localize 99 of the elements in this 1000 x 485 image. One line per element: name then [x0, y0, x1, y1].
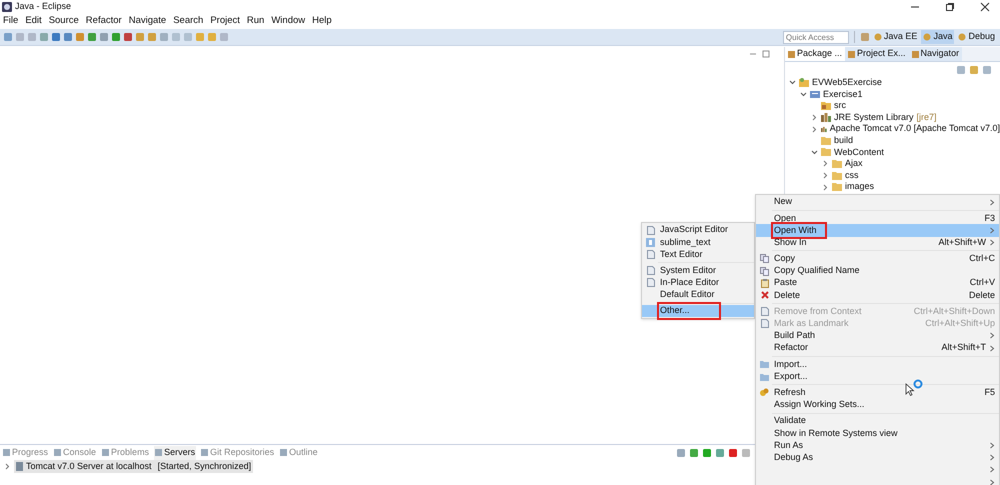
view-tab[interactable]: Progress	[2, 446, 50, 460]
menu-item[interactable]: Debug As	[773, 450, 814, 464]
app-icon	[646, 238, 655, 247]
view-icon	[848, 50, 856, 58]
menu-bar-item[interactable]: File	[3, 14, 18, 29]
menu-item[interactable]: Copy	[773, 252, 796, 266]
menu-item[interactable]: Copy Qualified Name	[773, 264, 861, 278]
shortcut-text: Ctrl+Alt+Shift+Down	[914, 304, 995, 318]
shortcut-text: Ctrl+C	[969, 252, 995, 266]
shortcut-text: Delete	[968, 288, 995, 302]
menu-item[interactable]: JavaScript Editor	[659, 223, 730, 237]
restore-icon[interactable]	[945, 2, 955, 12]
menu-item[interactable]: New	[773, 195, 794, 209]
quick-access-field[interactable]: Quick Access	[782, 30, 849, 44]
perspective-icon	[874, 33, 882, 41]
tree-item[interactable]: Ajax	[845, 157, 863, 171]
menu-item[interactable]: Refresh	[773, 386, 807, 400]
menu-item[interactable]: Build Path	[773, 329, 816, 343]
view-icon	[102, 449, 110, 456]
menu-item[interactable]: In-Place Editor	[659, 276, 720, 290]
menu-item[interactable]: sublime_text	[659, 236, 712, 250]
server-name: Tomcat v7.0 Server at localhost	[26, 460, 152, 473]
view-icon	[54, 449, 62, 456]
menu-item[interactable]: Show In	[773, 236, 808, 250]
menu-item[interactable]: Paste	[773, 276, 798, 290]
view-tab[interactable]: Outline	[279, 446, 319, 460]
view-tab[interactable]: Servers	[154, 446, 196, 460]
view-tab[interactable]: Console	[53, 446, 98, 460]
menu-item[interactable]: Assign Working Sets...	[773, 398, 866, 412]
view-icon	[3, 449, 10, 456]
menu-item[interactable]: Refactor	[773, 341, 810, 355]
menu-bar-item[interactable]: Source	[48, 14, 79, 29]
window-title: Java - Eclipse	[15, 0, 72, 14]
view-tab[interactable]: Problems	[101, 446, 150, 460]
maximize-icon[interactable]	[762, 50, 770, 58]
menu-bar-item[interactable]: Refactor	[86, 14, 122, 29]
project-icon	[799, 78, 809, 88]
tree-item[interactable]: build	[834, 134, 854, 148]
tree-item[interactable]: src	[834, 99, 846, 113]
module-icon	[810, 90, 820, 99]
refresh-icon	[760, 388, 769, 398]
library-icon	[821, 113, 831, 122]
menu-item[interactable]: Export...	[773, 370, 809, 384]
menu-bar-item[interactable]: Navigate	[128, 14, 166, 29]
view-icon	[912, 50, 919, 58]
menu-bar-item[interactable]: Project	[210, 14, 240, 29]
tree-item[interactable]: Exercise1	[823, 88, 863, 102]
shortcut-text: F3	[984, 212, 995, 225]
tree-item[interactable]: WebContent	[834, 146, 884, 160]
shortcut-text: Ctrl+V	[970, 276, 995, 290]
tree-item[interactable]: JRE System Library	[834, 110, 914, 124]
view-icon	[788, 50, 795, 58]
delete-icon	[760, 291, 768, 300]
perspective-button[interactable]: Java EE	[872, 30, 920, 44]
menu-item[interactable]: Show in Remote Systems view	[773, 426, 899, 440]
perspective-button[interactable]: Debug	[956, 30, 997, 44]
perspective-icon	[958, 33, 966, 41]
app-icon	[2, 2, 12, 12]
tree-item[interactable]: Apache Tomcat v7.0 [Apache Tomcat v7.0]	[830, 122, 1000, 136]
shortcut-text: Alt+Shift+T	[941, 341, 986, 354]
close-icon[interactable]	[980, 2, 990, 12]
tree-item[interactable]: images	[845, 180, 874, 194]
tree-item-decoration: [jre7]	[916, 110, 937, 124]
menu-item[interactable]: Run As	[773, 438, 804, 452]
tree-item[interactable]: css	[845, 168, 858, 182]
perspective-icon	[923, 33, 932, 41]
menu-item[interactable]: Import...	[773, 358, 808, 372]
menu-item[interactable]: Text Editor	[659, 248, 704, 262]
shortcut-text: Ctrl+Alt+Shift+Up	[925, 317, 995, 330]
clipboard-icon	[760, 278, 768, 288]
view-tab[interactable]: Project Ex...	[845, 47, 909, 61]
library-icon	[821, 124, 827, 134]
menu-item[interactable]: Open	[773, 212, 798, 226]
view-tab[interactable]: Package ...	[785, 47, 846, 61]
menu-bar-item[interactable]: Search	[173, 14, 204, 29]
menu-item[interactable]: Default Editor	[659, 288, 716, 302]
menu-bar-item[interactable]: Run	[246, 14, 264, 29]
tree-item[interactable]: EVWeb5Exercise	[812, 76, 882, 90]
menu-item[interactable]: Validate	[773, 414, 807, 428]
mouse-cursor-icon	[905, 379, 925, 397]
server-row[interactable]: Tomcat v7.0 Server at localhost [Started, Synchronized]	[14, 460, 254, 474]
package-folder-icon	[821, 101, 831, 110]
menu-item[interactable]: System Editor	[659, 264, 718, 278]
server-status: [Started, Synchronized]	[158, 460, 252, 473]
menu-bar-item[interactable]: Edit	[25, 14, 42, 29]
menu-bar-item[interactable]: Window	[271, 14, 306, 29]
view-icon	[155, 449, 162, 456]
menu-bar-item[interactable]: Help	[312, 14, 332, 29]
open-perspective-icon[interactable]	[860, 32, 870, 42]
perspective-button[interactable]: Java	[921, 30, 954, 44]
shortcut-text: F5	[984, 386, 995, 399]
server-icon	[16, 462, 23, 471]
menu-item[interactable]: Delete	[773, 288, 802, 302]
view-icon	[201, 449, 208, 456]
shortcut-text: Alt+Shift+W	[938, 236, 986, 249]
view-tab[interactable]: Git Repositories	[200, 446, 276, 460]
view-icon	[280, 449, 288, 456]
view-tab[interactable]: Navigator	[908, 47, 962, 61]
page-icon	[646, 226, 654, 235]
